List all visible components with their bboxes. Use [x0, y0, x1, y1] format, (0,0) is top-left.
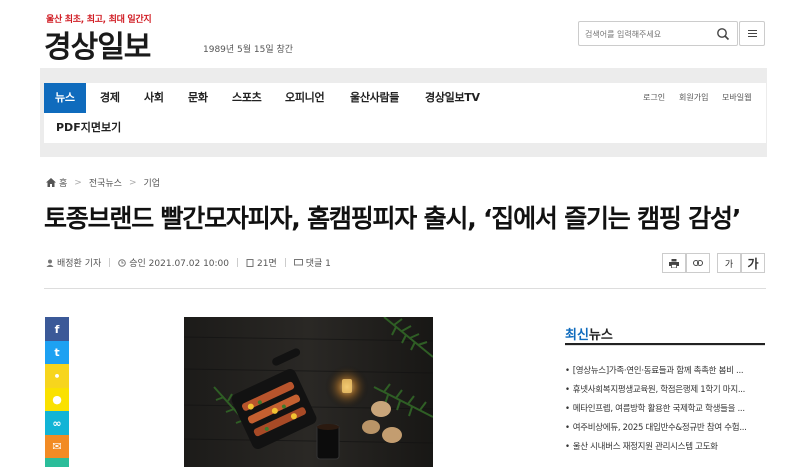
share-facebook-button[interactable]: f	[45, 317, 69, 341]
chevron-right-icon: >	[128, 177, 137, 188]
page-icon	[246, 258, 254, 267]
nav-item-opinion[interactable]: 오피니언	[285, 83, 325, 113]
breadcrumb-company[interactable]: 기업	[144, 176, 161, 189]
bullet-icon: •	[565, 385, 570, 395]
latest-news-item[interactable]: • 휴넷사회복지평생교육원, 학점은행제 1학기 마지...	[565, 383, 768, 395]
nav-item-tv[interactable]: 경상일보TV	[425, 83, 480, 113]
nav-item-people[interactable]: 울산사람들	[350, 83, 399, 113]
article-page: 21면	[257, 259, 277, 269]
hamburger-icon	[748, 36, 757, 37]
article-approved-time: 승인 2021.07.02 10:00	[129, 259, 230, 269]
camping-pizza-photo	[184, 317, 433, 467]
share-link-button[interactable]: ∞	[45, 411, 69, 435]
meta-divider	[237, 258, 239, 267]
bullet-icon: •	[565, 366, 570, 376]
print-icon	[669, 258, 679, 268]
share-kakaostory-button[interactable]: •	[45, 364, 69, 388]
article-comments[interactable]: 댓글 1	[306, 256, 331, 269]
mobile-web-link[interactable]: 모바일웹	[722, 83, 751, 113]
latest-news-item-text: 여주비상에듀, 2025 대입반수&정규반 참여 수험...	[572, 423, 747, 433]
nav-item-culture[interactable]: 문화	[188, 83, 208, 113]
search-input[interactable]	[585, 26, 710, 42]
breadcrumb-home[interactable]: 홈	[59, 176, 67, 189]
latest-news-item-text: [영상뉴스]가족·연인·동료들과 함께 촉촉한 봄비 ...	[572, 366, 744, 376]
link-icon	[693, 260, 703, 266]
latest-news-title-highlight: 최신	[565, 328, 589, 343]
meta-divider-line	[44, 288, 766, 289]
latest-news-item[interactable]: • [영상뉴스]가족·연인·동료들과 함께 촉촉한 봄비 ...	[565, 364, 768, 376]
bullet-icon: •	[565, 442, 570, 452]
share-more-button[interactable]	[45, 458, 69, 467]
print-button[interactable]	[662, 253, 686, 273]
search-box[interactable]	[578, 21, 738, 46]
link-copy-button[interactable]	[686, 253, 710, 273]
latest-news-item[interactable]: • 여주비상에듀, 2025 대입반수&정규반 참여 수험...	[565, 421, 768, 433]
user-icon	[46, 259, 54, 267]
twitter-icon: t	[54, 346, 60, 359]
article-meta: 배정환 기자 승인 2021.07.02 10:00 21면 댓글 1	[46, 256, 331, 269]
article-photo[interactable]	[184, 317, 433, 467]
article-author: 배정환 기자	[57, 259, 102, 269]
clock-icon	[118, 258, 127, 267]
meta-divider	[284, 258, 286, 267]
latest-news-item[interactable]: • 울산 시내버스 재정지원 관리시스템 고도화	[565, 440, 768, 452]
home-icon	[46, 178, 56, 187]
founded-date: 1989년 5월 15일 창간	[203, 45, 294, 55]
nav-item-news[interactable]: 뉴스	[44, 83, 86, 113]
bullet-icon: •	[565, 404, 570, 414]
latest-news-item-text: 울산 시내버스 재정지원 관리시스템 고도화	[572, 442, 718, 452]
breadcrumb-national[interactable]: 전국뉴스	[89, 176, 122, 189]
search-icon[interactable]	[716, 27, 730, 41]
share-twitter-button[interactable]: t	[45, 340, 69, 365]
latest-news-item[interactable]: • 메타인프렙, 여름방학 활용한 국제학교 학생들을 ...	[565, 402, 768, 414]
share-email-button[interactable]: ✉	[45, 434, 69, 459]
latest-news-item-text: 휴넷사회복지평생교육원, 학점은행제 1학기 마지...	[572, 385, 746, 395]
latest-news-item-text: 메타인프렙, 여름방학 활용한 국제학교 학생들을 ...	[572, 404, 745, 414]
article-title: 토종브랜드 빨간모자피자, 홈캠핑피자 출시, ‘집에서 즐기는 캠핑 감성’	[44, 204, 741, 233]
kakaostory-icon: •	[53, 369, 61, 383]
hamburger-icon	[748, 33, 757, 34]
email-icon: ✉	[52, 440, 62, 453]
nav-item-society[interactable]: 사회	[144, 83, 164, 113]
main-nav: 뉴스 경제 사회 문화 스포츠 오피니언 울산사람들 경상일보TV PDF지면보…	[44, 83, 766, 143]
comment-icon	[293, 258, 303, 265]
font-larger-button[interactable]: 가	[741, 253, 765, 273]
chevron-right-icon: >	[74, 177, 82, 188]
font-smaller-button[interactable]: 가	[717, 253, 741, 273]
facebook-icon: f	[54, 322, 60, 336]
nav-item-sports[interactable]: 스포츠	[232, 83, 262, 113]
menu-button[interactable]	[739, 21, 765, 46]
meta-divider	[109, 258, 111, 267]
share-kakaotalk-button[interactable]: ●	[45, 387, 69, 412]
link-icon: ∞	[52, 416, 62, 430]
sidebar-divider	[565, 345, 765, 346]
site-logo[interactable]: 경상일보	[44, 22, 151, 66]
hamburger-icon	[748, 30, 757, 31]
breadcrumb: 홈 > 전국뉴스 > 기업	[46, 176, 160, 189]
latest-news-title-rest: 뉴스	[588, 328, 613, 343]
signup-link[interactable]: 회원가입	[679, 83, 708, 113]
nav-item-pdf[interactable]: PDF지면보기	[56, 113, 121, 143]
login-link[interactable]: 로그인	[643, 83, 665, 113]
bullet-icon: •	[565, 423, 570, 433]
nav-item-economy[interactable]: 경제	[100, 83, 120, 113]
kakaotalk-icon: ●	[52, 393, 62, 406]
latest-news-title[interactable]: 최신뉴스	[565, 324, 613, 343]
site-header: 울산 최초, 최고, 최대 일간지 경상일보 1989년 5월 15일 창간	[0, 0, 809, 68]
